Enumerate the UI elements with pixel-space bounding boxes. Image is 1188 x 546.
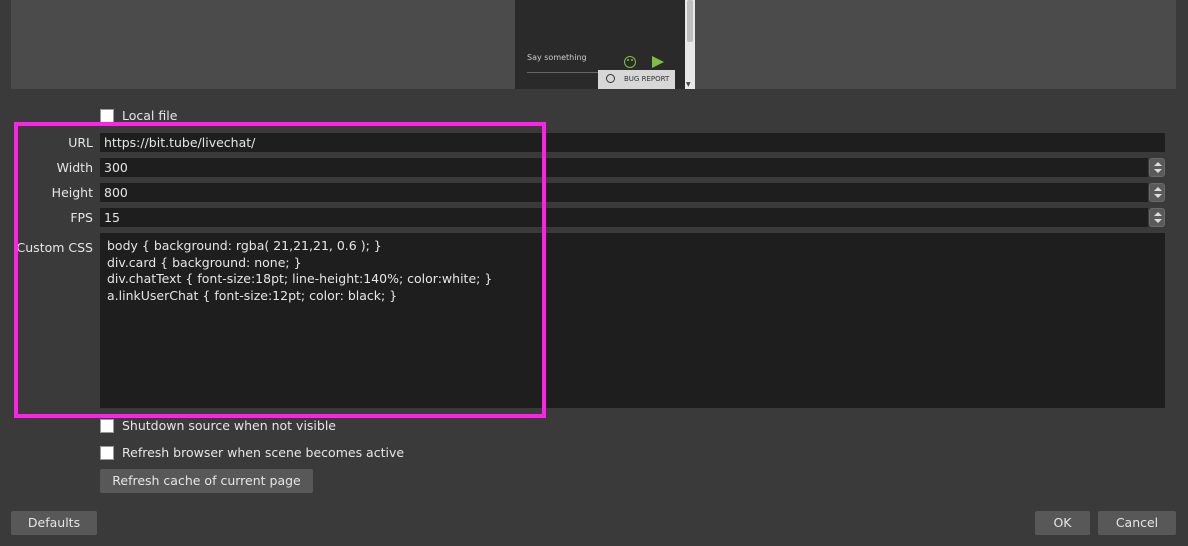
local-file-label: Local file bbox=[122, 108, 178, 123]
cancel-button[interactable]: Cancel bbox=[1098, 511, 1176, 535]
height-input[interactable]: 800 bbox=[100, 183, 1148, 202]
scroll-down-icon: ▼ bbox=[686, 81, 691, 88]
fps-input[interactable]: 15 bbox=[100, 208, 1148, 227]
bug-report-button: BUG REPORT bbox=[598, 70, 675, 89]
width-input[interactable]: 300 bbox=[100, 158, 1148, 177]
height-label: Height bbox=[51, 185, 93, 200]
css-line: div.chatText { font-size:18pt; line-heig… bbox=[107, 271, 493, 286]
fps-label: FPS bbox=[70, 210, 93, 225]
width-spinner[interactable] bbox=[1149, 158, 1165, 177]
spin-up-icon[interactable] bbox=[1154, 187, 1162, 191]
smiley-icon bbox=[624, 56, 636, 68]
width-label: Width bbox=[56, 160, 93, 175]
refresh-browser-label: Refresh browser when scene becomes activ… bbox=[122, 445, 405, 460]
shutdown-source-row[interactable]: Shutdown source when not visible bbox=[100, 418, 336, 433]
chat-input-placeholder: Say something bbox=[527, 53, 587, 62]
local-file-row[interactable]: Local file bbox=[100, 108, 177, 123]
css-line: div.card { background: none; } bbox=[107, 254, 302, 270]
refresh-browser-checkbox[interactable] bbox=[100, 445, 114, 460]
spin-down-icon[interactable] bbox=[1154, 194, 1162, 198]
browser-preview: Say something BUG REPORT ▼ bbox=[11, 0, 1176, 89]
refresh-cache-button[interactable]: Refresh cache of current page bbox=[100, 469, 313, 493]
preview-scrollbar-thumb bbox=[687, 0, 693, 42]
shutdown-source-checkbox[interactable] bbox=[100, 418, 114, 433]
refresh-browser-row[interactable]: Refresh browser when scene becomes activ… bbox=[100, 445, 404, 460]
height-spinner[interactable] bbox=[1149, 183, 1165, 202]
css-line: body { background: rgba( 21,21,21, 0.6 )… bbox=[107, 238, 382, 253]
local-file-checkbox[interactable] bbox=[100, 108, 114, 123]
spin-up-icon[interactable] bbox=[1154, 212, 1162, 216]
bug-report-label: BUG REPORT bbox=[624, 75, 670, 83]
preview-scrollbar: ▼ bbox=[685, 0, 695, 89]
custom-css-textarea[interactable]: body { background: rgba( 21,21,21, 0.6 )… bbox=[100, 233, 1165, 408]
url-input[interactable]: https://bit.tube/livechat/ bbox=[100, 133, 1165, 152]
custom-css-label: Custom CSS bbox=[16, 240, 93, 255]
send-arrow-icon bbox=[652, 56, 664, 68]
spin-down-icon[interactable] bbox=[1154, 169, 1162, 173]
bug-report-icon bbox=[606, 74, 615, 83]
url-label: URL bbox=[68, 135, 93, 150]
shutdown-source-label: Shutdown source when not visible bbox=[122, 418, 336, 433]
spin-down-icon[interactable] bbox=[1154, 219, 1162, 223]
defaults-button[interactable]: Defaults bbox=[11, 511, 97, 535]
spin-up-icon[interactable] bbox=[1154, 162, 1162, 166]
ok-button[interactable]: OK bbox=[1035, 511, 1090, 535]
css-line: a.linkUserChat { font-size:12pt; color: … bbox=[107, 287, 398, 303]
fps-spinner[interactable] bbox=[1149, 208, 1165, 227]
preview-frame: Say something BUG REPORT ▼ bbox=[515, 0, 695, 89]
